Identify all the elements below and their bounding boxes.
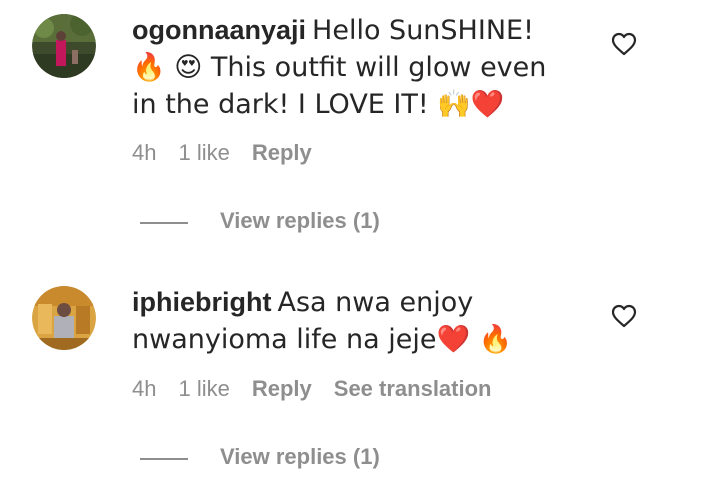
comment-username[interactable]: iphiebright xyxy=(132,287,271,317)
comment-likes[interactable]: 1 like xyxy=(178,140,229,165)
comment-username[interactable]: ogonnaanyaji xyxy=(132,15,306,45)
replies-divider-line xyxy=(140,458,188,460)
comment-likes[interactable]: 1 like xyxy=(178,376,229,401)
like-button[interactable] xyxy=(611,304,637,328)
see-translation-button[interactable]: See translation xyxy=(334,376,492,401)
view-replies-button[interactable]: View replies (1) xyxy=(220,444,380,470)
comment-meta: 4h 1 like Reply See translation xyxy=(132,376,513,402)
avatar[interactable] xyxy=(32,286,96,350)
comment-time: 4h xyxy=(132,376,157,401)
avatar-photo-icon xyxy=(32,14,96,78)
comment-text-block: ogonnaanyaji Hello SunSHINE! 🔥 😍 This out… xyxy=(132,12,572,123)
heart-outline-icon xyxy=(611,304,637,328)
comment-text-block: iphiebright Asa nwa enjoy nwanyioma life … xyxy=(132,284,572,358)
avatar-photo-icon xyxy=(32,286,96,350)
replies-divider-line xyxy=(140,222,188,224)
like-button[interactable] xyxy=(611,32,637,56)
comment-time: 4h xyxy=(132,140,157,165)
reply-button[interactable]: Reply xyxy=(252,376,312,401)
comment-meta: 4h 1 like Reply xyxy=(132,140,334,166)
avatar[interactable] xyxy=(32,14,96,78)
heart-outline-icon xyxy=(611,32,637,56)
reply-button[interactable]: Reply xyxy=(252,140,312,165)
view-replies-button[interactable]: View replies (1) xyxy=(220,208,380,234)
